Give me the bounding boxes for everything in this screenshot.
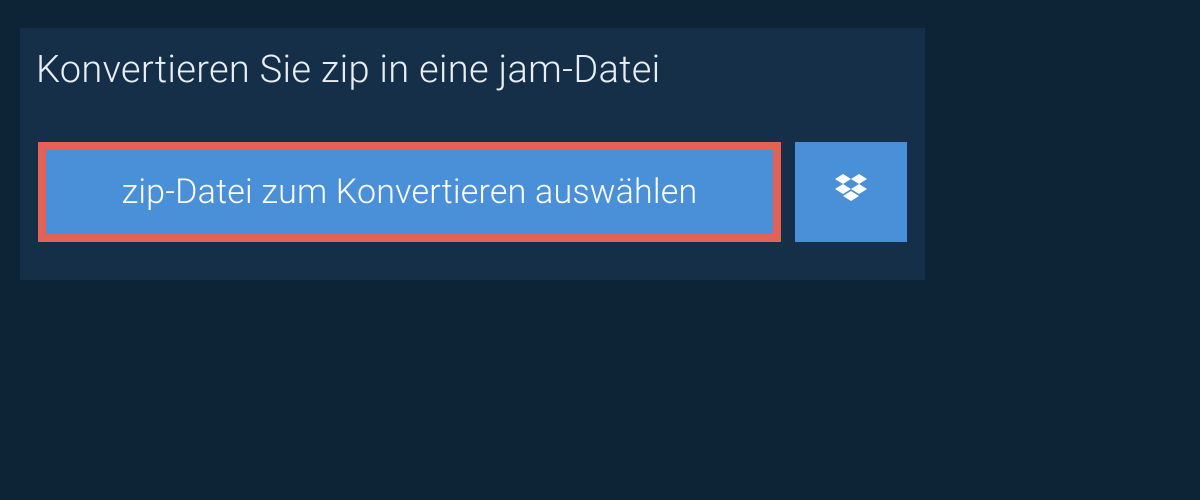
dropbox-button[interactable] [795, 142, 907, 242]
select-file-button[interactable]: zip-Datei zum Konvertieren auswählen [38, 142, 781, 242]
actions-row: zip-Datei zum Konvertieren auswählen [20, 112, 925, 280]
dropbox-icon [831, 170, 871, 214]
page-title: Konvertieren Sie zip in eine jam-Datei [20, 28, 691, 112]
convert-panel: Konvertieren Sie zip in eine jam-Datei z… [20, 28, 925, 280]
